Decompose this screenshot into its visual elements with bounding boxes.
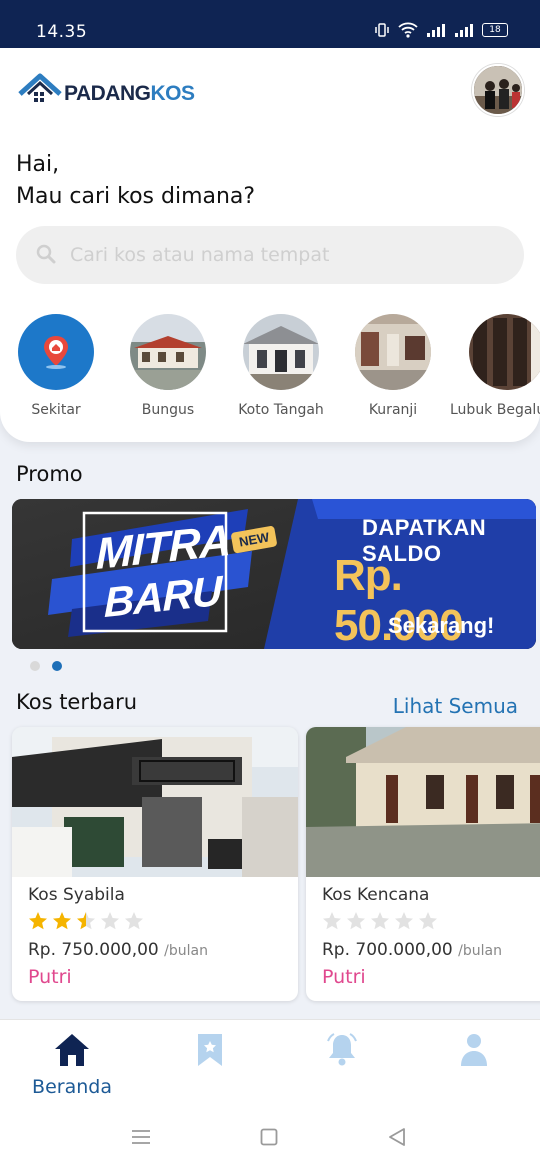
kos-name: Kos Kencana — [322, 885, 430, 905]
carousel-dot-2[interactable] — [52, 661, 62, 671]
area-item-lubuk-begalung[interactable]: Lubuk Begalung — [450, 314, 540, 418]
battery-level: 18 — [489, 25, 501, 35]
star-empty-icon — [125, 912, 143, 930]
kos-card[interactable]: Kos Syabila Rp. 750.000,00 /bulan Putri — [12, 727, 298, 1001]
star-empty-icon — [323, 912, 341, 930]
signal-icon-2 — [455, 24, 473, 37]
logo-text-kos: KOS — [150, 82, 195, 105]
nav-notifications[interactable] — [297, 1032, 387, 1070]
status-bar: 14.35 18 — [0, 0, 540, 48]
system-nav-bar — [0, 1109, 540, 1170]
banner-line-sekarang: Sekarang! — [388, 613, 495, 638]
area-label-lubuk-begalung: Lubuk Begalung — [450, 402, 540, 418]
search-input[interactable] — [70, 226, 500, 284]
kos-price: Rp. 750.000,00 /bulan — [28, 940, 208, 960]
promo-banner[interactable]: MITRA BARU NEW DAPATKAN SALDO Rp. 50.000… — [12, 499, 536, 649]
logo-text: PADANGKOS — [64, 82, 195, 106]
logo-text-padang: PADANG — [64, 82, 151, 105]
kos-price-value: Rp. 700.000,00 — [322, 940, 453, 960]
area-list[interactable]: Sekitar Bungus Koto Tangah Kuranji Lubuk… — [0, 314, 540, 424]
status-time: 14.35 — [36, 22, 88, 42]
kos-card[interactable]: Kos Kencana Rp. 700.000,00 /bulan Putri — [306, 727, 540, 1001]
menu-icon[interactable] — [131, 1129, 151, 1145]
star-half-icon — [77, 912, 95, 930]
star-empty-icon — [419, 912, 437, 930]
latest-section-title: Kos terbaru — [16, 690, 138, 714]
home-icon — [55, 1034, 89, 1066]
person-icon — [461, 1034, 487, 1066]
house-logo-icon — [18, 73, 62, 102]
location-pin-icon — [18, 314, 94, 390]
bell-icon — [327, 1033, 357, 1066]
search-icon — [36, 244, 56, 264]
bookmark-icon — [198, 1034, 222, 1066]
carousel-dot-1[interactable] — [30, 661, 40, 671]
kos-photo — [12, 727, 298, 877]
search-bar[interactable] — [16, 226, 524, 284]
nav-bookmark[interactable] — [165, 1032, 255, 1072]
kos-price: Rp. 700.000,00 /bulan — [322, 940, 502, 960]
kos-name: Kos Syabila — [28, 885, 125, 905]
area-item-bungus[interactable]: Bungus — [113, 314, 223, 418]
home-square-icon[interactable] — [260, 1128, 278, 1146]
rating-stars — [322, 911, 438, 931]
profile-avatar[interactable] — [472, 64, 524, 116]
nav-home-label: Beranda — [32, 1076, 112, 1098]
star-empty-icon — [371, 912, 389, 930]
area-item-sekitar[interactable]: Sekitar — [1, 314, 111, 418]
star-empty-icon — [395, 912, 413, 930]
carousel-dots — [30, 661, 62, 671]
vibrate-icon — [375, 23, 389, 37]
kos-price-value: Rp. 750.000,00 — [28, 940, 159, 960]
star-full-icon — [29, 912, 47, 930]
battery-icon: 18 — [482, 23, 508, 37]
area-photo-kuranji — [355, 314, 431, 390]
avatar-photo — [474, 66, 522, 114]
kos-type: Putri — [322, 966, 366, 988]
area-item-kuranji[interactable]: Kuranji — [338, 314, 448, 418]
star-empty-icon — [101, 912, 119, 930]
area-photo-koto-tangah — [243, 314, 319, 390]
area-photo-bungus — [130, 314, 206, 390]
header-card: PADANGKOS Hai, Mau cari kos dimana? Seki… — [0, 48, 540, 442]
see-all-link[interactable]: Lihat Semua — [393, 694, 518, 718]
wifi-icon — [398, 22, 418, 38]
kos-photo — [306, 727, 540, 877]
nav-profile[interactable] — [429, 1032, 519, 1070]
area-label-bungus: Bungus — [141, 402, 195, 418]
star-empty-icon — [347, 912, 365, 930]
back-icon[interactable] — [387, 1127, 407, 1147]
area-label-sekitar: Sekitar — [31, 402, 81, 418]
status-icons: 18 — [374, 22, 508, 38]
star-full-icon — [53, 912, 71, 930]
bottom-nav: Beranda — [0, 1019, 540, 1109]
area-photo-lubuk-begalung — [469, 314, 540, 390]
area-item-koto-tangah[interactable]: Koto Tangah — [226, 314, 336, 418]
greeting-hello: Hai, — [16, 152, 60, 177]
rating-stars — [28, 911, 144, 931]
signal-icon — [427, 24, 445, 37]
kos-price-period: /bulan — [458, 943, 502, 959]
greeting-question: Mau cari kos dimana? — [16, 184, 256, 209]
app-logo: PADANGKOS — [18, 72, 195, 106]
kos-price-period: /bulan — [164, 943, 208, 959]
promo-section-title: Promo — [16, 462, 83, 486]
nav-home[interactable]: Beranda — [27, 1032, 117, 1098]
kos-type: Putri — [28, 966, 72, 988]
area-label-kuranji: Kuranji — [368, 402, 418, 418]
area-label-koto-tangah: Koto Tangah — [238, 402, 324, 418]
